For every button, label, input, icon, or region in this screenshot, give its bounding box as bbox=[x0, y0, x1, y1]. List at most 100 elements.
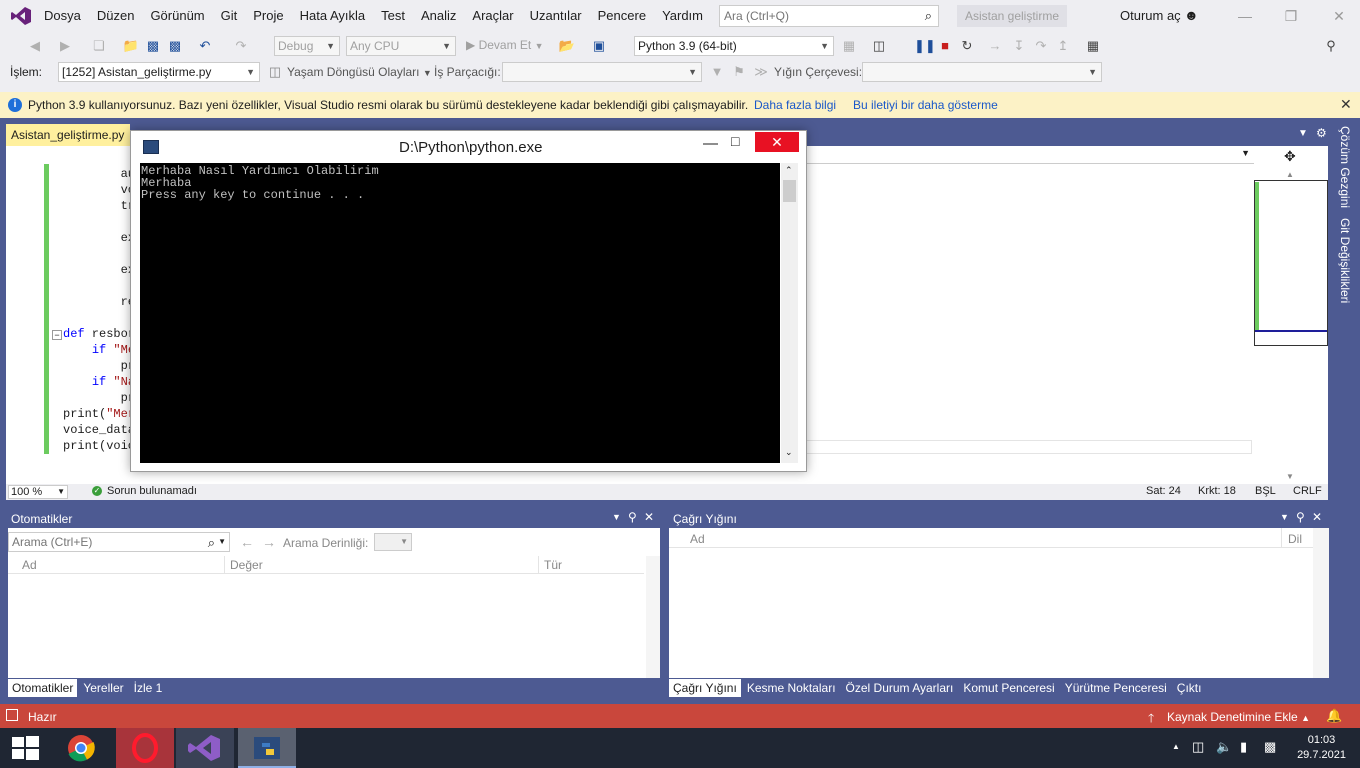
undo-icon[interactable]: ↶ bbox=[196, 37, 214, 55]
code-line[interactable]: tr bbox=[63, 198, 135, 214]
minimap[interactable] bbox=[1254, 180, 1328, 346]
menu-item-0[interactable]: Dosya bbox=[36, 0, 89, 32]
code-line[interactable]: if "Me bbox=[63, 342, 135, 358]
chevron-down-icon[interactable]: ▼ bbox=[218, 537, 226, 546]
step-over-icon[interactable]: ↷ bbox=[1032, 37, 1050, 55]
pause-icon[interactable]: ❚❚ bbox=[914, 37, 936, 55]
autos-scrollbar[interactable] bbox=[646, 556, 660, 678]
column-header-type[interactable]: Tür bbox=[544, 558, 562, 572]
solution-explorer-tab[interactable]: Çözüm Gezgini bbox=[1338, 126, 1352, 208]
tab-breakpoints[interactable]: Kesme Noktaları bbox=[743, 679, 840, 697]
close-icon[interactable]: ✕ bbox=[1340, 96, 1352, 113]
show-next-statement-icon[interactable]: → bbox=[986, 37, 1004, 55]
gear-icon[interactable]: ⚙ bbox=[1316, 126, 1327, 140]
start-button[interactable] bbox=[0, 728, 58, 768]
pin-icon[interactable]: ⚲ bbox=[1296, 510, 1305, 524]
column-header-value[interactable]: Değer bbox=[230, 558, 263, 572]
call-stack-scrollbar[interactable] bbox=[1313, 528, 1329, 678]
layout-icon[interactable]: ◫ bbox=[870, 37, 888, 55]
menu-item-2[interactable]: Görünüm bbox=[142, 0, 212, 32]
code-line[interactable]: pr bbox=[63, 358, 135, 374]
network-icon[interactable]: ◫ bbox=[1192, 739, 1204, 755]
folder-icon[interactable]: 📂 bbox=[558, 37, 576, 55]
new-item-icon[interactable]: ❏ bbox=[90, 37, 108, 55]
system-clock[interactable]: 01:03 29.7.2021 bbox=[1297, 733, 1346, 763]
code-line[interactable]: pr bbox=[63, 390, 135, 406]
search-input[interactable] bbox=[720, 6, 910, 26]
save-all-icon[interactable]: ▩ bbox=[166, 37, 184, 55]
close-icon[interactable]: ✕ bbox=[1326, 6, 1352, 26]
menu-item-9[interactable]: Uzantılar bbox=[522, 0, 590, 32]
menu-item-6[interactable]: Test bbox=[373, 0, 413, 32]
code-line[interactable]: au bbox=[63, 166, 135, 182]
dont-show-again-link[interactable]: Bu iletiyi bir daha gösterme bbox=[853, 98, 998, 112]
search-icon[interactable]: ⌕ bbox=[208, 535, 215, 551]
restart-icon[interactable]: ↻ bbox=[958, 37, 976, 55]
menu-item-3[interactable]: Git bbox=[213, 0, 246, 32]
stack-frame-select[interactable]: ▼ bbox=[862, 62, 1102, 82]
continue-button[interactable]: ▶ Devam Et ▼ bbox=[466, 38, 544, 52]
scroll-thumb[interactable] bbox=[783, 180, 796, 202]
document-tab[interactable]: Asistan_geliştirme.py bbox=[6, 124, 130, 146]
minimize-icon[interactable]: — bbox=[703, 135, 718, 152]
python-console-taskbar-button[interactable] bbox=[238, 728, 296, 768]
platform-select[interactable]: Any CPU ▼ bbox=[346, 36, 456, 56]
open-folder-icon[interactable]: 📁 bbox=[122, 37, 140, 55]
column-header-name[interactable]: Ad bbox=[690, 532, 705, 546]
scroll-down-icon[interactable]: ⌄ bbox=[785, 447, 793, 458]
back-icon[interactable]: ← bbox=[240, 534, 254, 550]
visual-studio-taskbar-button[interactable] bbox=[176, 728, 234, 768]
code-line[interactable]: print(voic bbox=[63, 438, 135, 454]
tab-autos[interactable]: Otomatikler bbox=[8, 679, 78, 697]
scroll-down-icon[interactable]: ▼ bbox=[1286, 472, 1294, 481]
split-icon[interactable]: ✥ bbox=[1284, 148, 1296, 165]
tab-exception-settings[interactable]: Özel Durum Ayarları bbox=[842, 679, 958, 697]
configuration-select[interactable]: Debug ▼ bbox=[274, 36, 340, 56]
code-line[interactable]: re bbox=[63, 294, 135, 310]
menu-item-7[interactable]: Analiz bbox=[413, 0, 464, 32]
back-icon[interactable]: ◀ bbox=[26, 37, 44, 55]
tab-dropdown-icon[interactable]: ▼ bbox=[1298, 128, 1308, 139]
collapse-icon[interactable]: ≫ bbox=[752, 63, 770, 81]
autos-search-input[interactable] bbox=[9, 533, 189, 551]
code-line[interactable]: def resbor bbox=[63, 326, 135, 342]
tab-watch-1[interactable]: İzle 1 bbox=[130, 679, 167, 697]
thread-select[interactable]: ▼ bbox=[502, 62, 702, 82]
redo-icon[interactable]: ↷ bbox=[232, 37, 250, 55]
menu-item-11[interactable]: Yardım bbox=[654, 0, 711, 32]
forward-icon[interactable]: → bbox=[262, 534, 276, 550]
flag-icon[interactable]: ⚑ bbox=[730, 63, 748, 81]
close-icon[interactable]: ✕ bbox=[755, 132, 799, 152]
dropdown-icon[interactable]: ▼ bbox=[612, 512, 621, 522]
tab-call-stack[interactable]: Çağrı Yığını bbox=[669, 679, 741, 697]
grid-icon[interactable]: ▦ bbox=[840, 37, 858, 55]
forward-icon[interactable]: ▶ bbox=[56, 37, 74, 55]
tab-locals[interactable]: Yereller bbox=[79, 679, 127, 697]
save-icon[interactable]: ▩ bbox=[144, 37, 162, 55]
minimize-icon[interactable]: — bbox=[1232, 6, 1258, 26]
stop-icon[interactable]: ■ bbox=[936, 37, 954, 55]
add-to-source-control[interactable]: Kaynak Denetimine Ekle ▲ bbox=[1167, 710, 1310, 724]
collapse-icon[interactable]: − bbox=[52, 330, 62, 340]
menu-item-10[interactable]: Pencere bbox=[590, 0, 654, 32]
search-icon[interactable]: ⌕ bbox=[925, 8, 932, 24]
signal-icon[interactable]: ▩ bbox=[1264, 739, 1276, 755]
zoom-select[interactable]: 100 % ▼ bbox=[8, 485, 68, 499]
git-changes-tab[interactable]: Git Değişiklikleri bbox=[1338, 218, 1352, 303]
scroll-up-icon[interactable]: ⌃ bbox=[785, 165, 793, 176]
code-line[interactable]: print("Mer bbox=[63, 406, 135, 422]
menu-item-4[interactable]: Proje bbox=[245, 0, 291, 32]
python-environment-select[interactable]: Python 3.9 (64-bit) ▼ bbox=[634, 36, 834, 56]
line-ending[interactable]: CRLF bbox=[1293, 485, 1322, 497]
code-line[interactable]: ex bbox=[63, 262, 135, 278]
tray-expand-icon[interactable]: ▲ bbox=[1172, 742, 1180, 751]
tab-output[interactable]: Çıktı bbox=[1173, 679, 1206, 697]
chrome-taskbar-button[interactable] bbox=[54, 728, 112, 768]
navigation-bar[interactable]: ▼ bbox=[806, 146, 1254, 164]
pin-icon[interactable]: ⚲ bbox=[628, 510, 637, 524]
step-into-icon[interactable]: ↧ bbox=[1010, 37, 1028, 55]
opera-taskbar-button[interactable] bbox=[116, 728, 174, 768]
output-icon[interactable] bbox=[6, 709, 18, 721]
filter-icon[interactable]: ▼ bbox=[708, 63, 726, 81]
search-depth-select[interactable]: ▼ bbox=[374, 533, 412, 551]
